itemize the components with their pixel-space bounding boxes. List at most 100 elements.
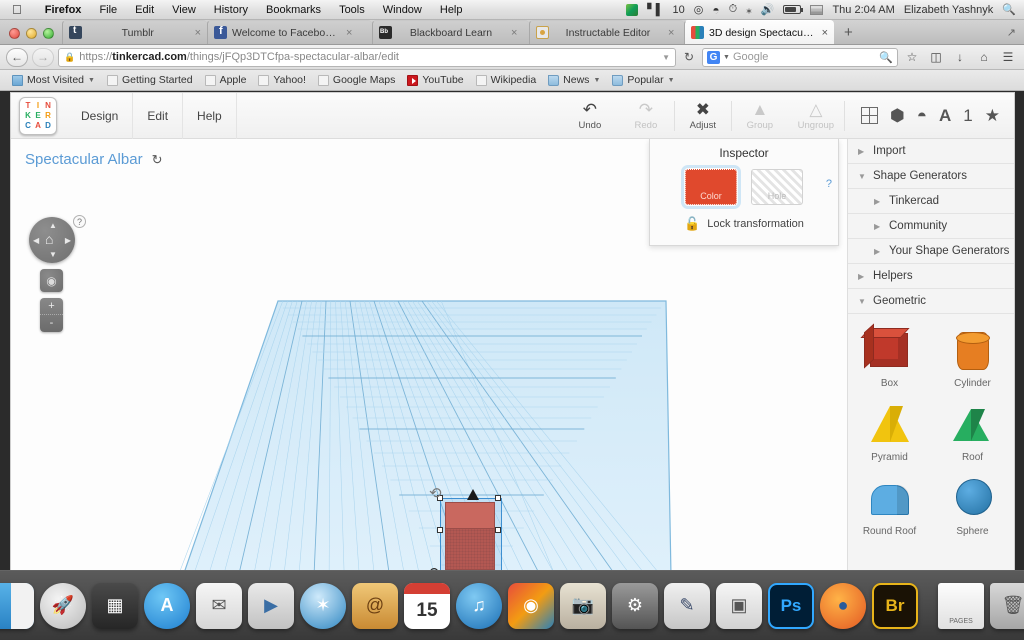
photoshop-icon[interactable]: Ps <box>768 582 814 629</box>
view-pad[interactable]: ⌂ ▲ ▼ ◀ ▶ <box>29 217 75 263</box>
shape-item-cylinder[interactable]: Cylinder <box>931 320 1014 394</box>
close-icon[interactable]: × <box>668 27 674 39</box>
home-icon[interactable]: ⌂ <box>974 50 994 64</box>
time-machine-icon[interactable]: ⏱ <box>729 3 738 16</box>
new-tab-button[interactable]: + <box>834 24 863 44</box>
menu-view[interactable]: View <box>163 4 205 16</box>
zoom-window-button[interactable] <box>43 28 54 39</box>
home-icon[interactable]: ⌂ <box>45 232 53 246</box>
tab-facebook[interactable]: Welcome to Facebook – L... × <box>207 20 372 44</box>
bookmark-news[interactable]: News ▼ <box>542 74 606 86</box>
menu-firefox[interactable]: Firefox <box>36 4 91 16</box>
bookmark-youtube[interactable]: YouTube <box>401 74 469 86</box>
tinkercad-menu-help[interactable]: Help <box>183 92 237 139</box>
tab-tinkercad[interactable]: 3D design Spectacular Alb... × <box>684 20 834 44</box>
tinkercad-menu-design[interactable]: Design <box>67 92 134 139</box>
chevron-down-icon[interactable]: ▼ <box>723 54 730 61</box>
downloads-icon[interactable]: ↓ <box>950 50 970 64</box>
menu-file[interactable]: File <box>90 4 126 16</box>
undo-button[interactable]: ↶ Undo <box>562 94 618 138</box>
url-bar[interactable]: 🔒 https://tinkercad.com/things/jFQp3DTCf… <box>58 47 676 67</box>
mission-control-icon[interactable]: ▦ <box>92 582 138 629</box>
shape-item-roof[interactable]: Roof <box>931 394 1014 468</box>
menu-bar-clock[interactable]: Thu 2:04 AM <box>832 4 894 16</box>
menu-window[interactable]: Window <box>374 4 431 16</box>
chevron-down-icon[interactable]: ▼ <box>662 53 670 62</box>
ink-icon[interactable]: ✎ <box>664 582 710 629</box>
sidebar-item-import[interactable]: ▶ Import <box>848 139 1014 164</box>
grid-view-icon[interactable] <box>860 107 878 124</box>
sidebar-item-tinkercad[interactable]: ▶ Tinkercad <box>848 189 1014 214</box>
arrow-right-icon[interactable]: ▶ <box>65 236 71 245</box>
minimize-window-button[interactable] <box>26 28 37 39</box>
arrow-down-icon[interactable]: ▼ <box>49 250 57 259</box>
bookmark-google-maps[interactable]: Google Maps <box>312 74 401 86</box>
menu-bookmarks[interactable]: Bookmarks <box>257 4 330 16</box>
sidebar-item-community[interactable]: ▶ Community <box>848 214 1014 239</box>
search-icon[interactable]: 🔍 <box>879 51 893 64</box>
resize-handle[interactable] <box>495 495 501 501</box>
finder-icon[interactable] <box>0 582 34 629</box>
bookmark-yahoo[interactable]: Yahoo! <box>252 74 312 86</box>
tab-tumblr[interactable]: Tumblr × <box>62 20 207 44</box>
tab-blackboard[interactable]: Blackboard Learn × <box>372 20 529 44</box>
search-icon[interactable]: 🔍 <box>1002 3 1016 16</box>
bridge-icon[interactable]: Br <box>872 582 918 629</box>
bluetooth-icon[interactable]: ⁎ <box>746 3 752 16</box>
trash-icon[interactable]: 🗑 <box>990 582 1024 629</box>
shape-item-pyramid[interactable]: Pyramid <box>848 394 931 468</box>
close-icon[interactable]: × <box>822 27 828 39</box>
zoom-in-button[interactable]: + <box>40 298 63 315</box>
menu-tools[interactable]: Tools <box>330 4 374 16</box>
tinkercad-menu-edit[interactable]: Edit <box>133 92 184 139</box>
menu-edit[interactable]: Edit <box>126 4 163 16</box>
arrow-left-icon[interactable]: ◀ <box>33 236 39 245</box>
sidebar-item-geometric[interactable]: ▼ Geometric <box>848 289 1014 314</box>
close-window-button[interactable] <box>9 28 20 39</box>
dropbox-icon[interactable] <box>626 3 639 16</box>
shape-item-box[interactable]: Box <box>848 320 931 394</box>
photo-booth-icon[interactable]: ◉ <box>508 582 554 629</box>
adjust-button[interactable]: ✖ Adjust <box>675 94 731 138</box>
bookmark-popular[interactable]: Popular ▼ <box>606 74 680 86</box>
view-help-button[interactable]: ? <box>73 215 86 228</box>
pages-document-icon[interactable]: PAGES <box>938 582 984 629</box>
rotate-handle-icon[interactable]: ⟲ <box>429 484 442 502</box>
resize-handle[interactable] <box>495 527 501 533</box>
contacts-icon[interactable]: @ <box>352 582 398 629</box>
sidebar-item-your-shape-generators[interactable]: ▶ Your Shape Generators <box>848 239 1014 264</box>
menu-help[interactable]: Help <box>431 4 472 16</box>
sidebar-item-shape-generators[interactable]: ▼ Shape Generators <box>848 164 1014 189</box>
reload-icon[interactable]: ↻ <box>680 50 698 64</box>
group-button[interactable]: ▲ Group <box>732 94 788 138</box>
app-store-icon[interactable]: A <box>144 582 190 629</box>
facetime-icon[interactable]: ▶ <box>248 582 294 629</box>
design-title[interactable]: Spectacular Albar ↻ <box>25 151 162 168</box>
height-handle-arrow-icon[interactable] <box>467 489 479 500</box>
ungroup-button[interactable]: △ Ungroup <box>788 94 844 138</box>
close-icon[interactable]: × <box>195 27 201 39</box>
fit-view-icon[interactable]: ◉ <box>40 269 63 292</box>
inspector-help-button[interactable]: ? <box>826 178 832 190</box>
wifi-icon[interactable]: ◓ <box>712 3 719 17</box>
arrow-up-icon[interactable]: ▲ <box>49 221 57 230</box>
airplay-icon[interactable]: ◎ <box>694 3 704 16</box>
itunes-icon[interactable]: ♫ <box>456 582 502 629</box>
system-preferences-icon[interactable]: ⚙ <box>612 582 658 629</box>
shape-item-sphere[interactable]: Sphere <box>931 468 1014 542</box>
search-input[interactable]: G ▼ Google 🔍 <box>702 47 898 67</box>
shape-item-round-roof[interactable]: Round Roof <box>848 468 931 542</box>
input-flag-icon[interactable] <box>810 4 824 15</box>
back-arrow-icon[interactable]: ← <box>6 47 28 67</box>
zoom-out-button[interactable]: - <box>40 315 63 332</box>
calendar-icon[interactable]: 15 <box>404 582 450 629</box>
menu-bar-user[interactable]: Elizabeth Yashnyk <box>904 4 993 16</box>
battery-icon[interactable] <box>783 5 804 14</box>
redo-button[interactable]: ↷ Redo <box>618 94 674 138</box>
solid-cube-icon[interactable]: ⬢ <box>890 107 905 124</box>
color-swatch-button[interactable]: Color <box>681 165 741 209</box>
bookmark-apple[interactable]: Apple <box>199 74 253 86</box>
network-meter-icon[interactable]: ▘▌ <box>647 3 663 16</box>
reader-mode-icon[interactable]: ◫ <box>926 50 946 64</box>
bookmark-wikipedia[interactable]: Wikipedia <box>470 74 543 86</box>
